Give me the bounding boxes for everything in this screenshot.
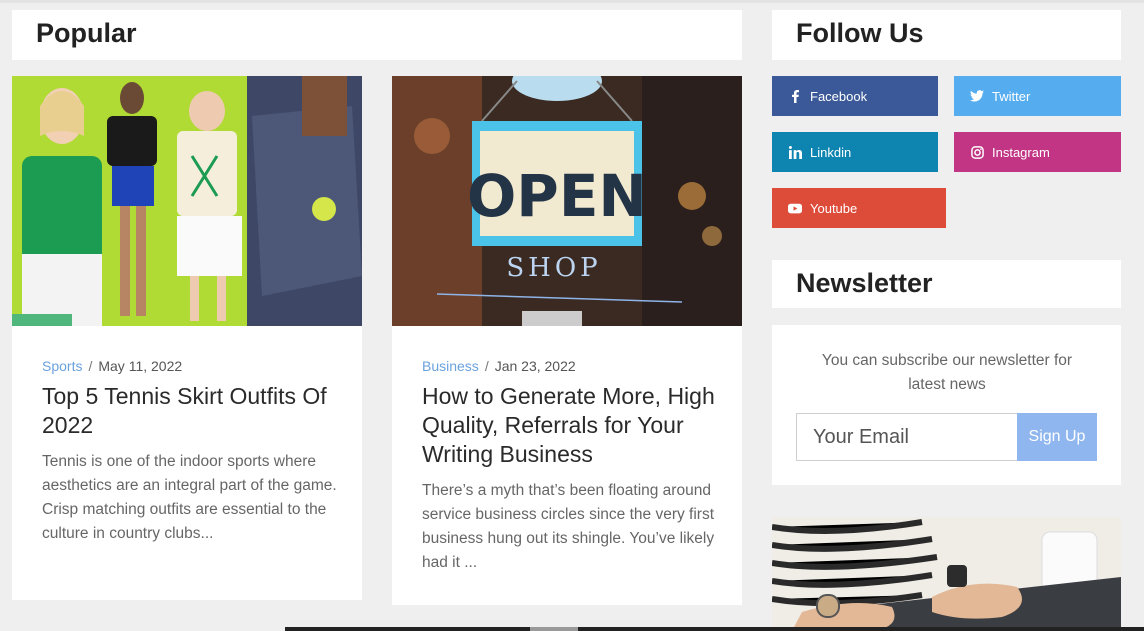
laptop-typing-image xyxy=(772,517,1121,631)
post-excerpt: There’s a myth that’s been floating arou… xyxy=(422,482,715,571)
youtube-icon xyxy=(788,201,802,215)
popular-header: Popular xyxy=(12,10,742,60)
open-shop-sign-image: OPEN SHOP xyxy=(392,76,742,326)
twitter-icon xyxy=(970,89,984,103)
tennis-fashion-image xyxy=(12,76,362,326)
sign-up-button[interactable]: Sign Up xyxy=(1017,413,1097,461)
popular-heading: Popular xyxy=(36,18,137,48)
post-title-link[interactable]: Top 5 Tennis Skirt Outfits Of 2022 xyxy=(42,382,337,440)
instagram-button[interactable]: Instagram xyxy=(954,132,1121,172)
email-input[interactable] xyxy=(796,413,1018,461)
facebook-label: Facebook xyxy=(810,88,868,104)
newsletter-header: Newsletter xyxy=(772,260,1121,308)
horizontal-scrollbar[interactable] xyxy=(285,627,1144,631)
newsletter-form: You can subscribe our newsletter for lat… xyxy=(772,325,1121,485)
linkedin-label: Linkdin xyxy=(810,144,852,160)
top-divider xyxy=(0,0,1144,3)
post-excerpt: Tennis is one of the indoor sports where… xyxy=(42,453,337,542)
facebook-button[interactable]: Facebook xyxy=(772,76,938,116)
follow-us-header: Follow Us xyxy=(772,10,1121,60)
post-meta: Sports / May 11, 2022 xyxy=(42,358,182,374)
newsletter-heading: Newsletter xyxy=(796,268,933,298)
youtube-button[interactable]: Youtube xyxy=(772,188,946,228)
instagram-label: Instagram xyxy=(992,144,1050,160)
meta-separator: / xyxy=(484,358,489,374)
post-thumbnail-business[interactable]: OPEN SHOP xyxy=(392,76,742,326)
newsletter-description: You can subscribe our newsletter for lat… xyxy=(821,352,1073,393)
post-thumbnail-tennis[interactable] xyxy=(12,76,362,326)
post-meta: Business / Jan 23, 2022 xyxy=(422,358,576,374)
post-category-link[interactable]: Business xyxy=(422,358,479,374)
twitter-button[interactable]: Twitter xyxy=(954,76,1121,116)
post-card-tennis[interactable]: Sports / May 11, 2022 Top 5 Tennis Skirt O… xyxy=(12,76,362,600)
youtube-label: Youtube xyxy=(810,200,858,216)
twitter-label: Twitter xyxy=(992,88,1031,104)
facebook-icon xyxy=(788,89,802,103)
post-date: May 11, 2022 xyxy=(98,358,183,374)
follow-us-heading: Follow Us xyxy=(796,18,924,48)
post-date: Jan 23, 2022 xyxy=(494,358,576,374)
post-category-link[interactable]: Sports xyxy=(42,358,82,374)
meta-separator: / xyxy=(88,358,93,374)
instagram-icon xyxy=(970,145,984,159)
linkedin-icon xyxy=(788,145,802,159)
post-title-link[interactable]: How to Generate More, High Quality, Refe… xyxy=(422,382,717,469)
linkedin-button[interactable]: Linkdin xyxy=(772,132,938,172)
open-sign-text: OPEN xyxy=(467,162,647,230)
post-card-business[interactable]: OPEN SHOP Business / Jan 23, 2022 How to G… xyxy=(392,76,742,605)
shop-sign-text: SHOP xyxy=(506,253,601,283)
scrollbar-thumb[interactable] xyxy=(530,627,578,631)
